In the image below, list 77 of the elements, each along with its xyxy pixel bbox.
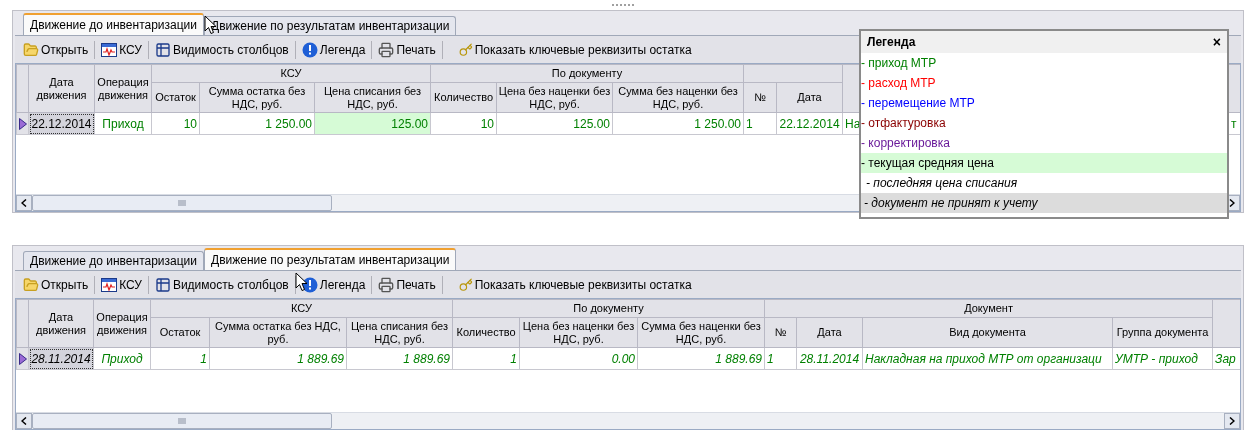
table-cell: 1 — [150, 347, 210, 370]
toolbar-button[interactable]: Видимость столбцов — [152, 40, 291, 59]
toolbar-button[interactable]: Печать — [376, 40, 438, 59]
toolbar-button[interactable]: Показать ключевые реквизиты остатка — [456, 275, 694, 294]
legend-item: - приход МТР — [861, 55, 938, 72]
table-cell: 1 — [764, 347, 797, 370]
table-cell: 22.12.2014 — [776, 112, 843, 135]
column-header[interactable]: Цена без наценки без НДС, руб. — [521, 319, 636, 346]
chart-icon — [101, 277, 118, 292]
key-icon — [458, 42, 473, 57]
scrollbar-thumb[interactable] — [32, 195, 332, 211]
column-group-header: По документу — [573, 302, 644, 315]
table-cell: 10 — [151, 112, 200, 135]
column-header[interactable]: Сумма без наценки без НДС, руб. — [614, 84, 743, 111]
scroll-left-button[interactable] — [16, 413, 32, 429]
legend-item: - расход МТР — [861, 75, 937, 92]
toolbar-button[interactable]: Легенда — [299, 40, 368, 59]
table-cell: Накладная на приход МТР от организаци — [862, 347, 1113, 370]
tab[interactable]: Движение до инвентаризации — [23, 13, 204, 35]
column-header[interactable]: Сумма остатка без НДС, руб. — [211, 319, 345, 346]
folder-icon — [23, 276, 39, 293]
legend-item: - корректировка — [861, 135, 951, 152]
legend-item: - перемещение МТР — [861, 95, 976, 112]
table-icon — [154, 276, 171, 293]
toolbar-button[interactable]: Видимость столбцов — [152, 275, 291, 294]
close-button[interactable]: × — [1212, 35, 1221, 49]
tab[interactable]: Движение по результатам инвентаризации — [204, 16, 457, 35]
printer-icon — [378, 41, 395, 58]
column-header[interactable]: Цена списания без НДС, руб. — [348, 319, 451, 346]
table-cell: 10 — [430, 112, 497, 135]
column-header[interactable]: Цена списания без НДС, руб. — [316, 84, 429, 111]
table-cell: 1 250.00 — [199, 112, 315, 135]
table-cell: 1 — [743, 112, 777, 135]
legend-item: - текущая средняя цена — [861, 153, 1227, 173]
table-cell: 0.00 — [519, 347, 638, 370]
table-cell: 1 889.69 — [346, 347, 453, 370]
column-header[interactable]: Сумма остатка без НДС, руб. — [201, 84, 313, 111]
table-cell: 125.00 — [496, 112, 613, 135]
toolbar-button[interactable]: КСУ — [99, 40, 144, 59]
legend-item: - отфактуровка — [861, 115, 947, 132]
column-header[interactable]: Цена без наценки без НДС, руб. — [498, 84, 611, 111]
table-cell: 1 889.69 — [209, 347, 347, 370]
scroll-right-button[interactable] — [1224, 413, 1240, 429]
legend-item: - документ не принят к учету — [861, 193, 1227, 213]
table-cell: УМТР - приход — [1112, 347, 1213, 370]
table-cell: 1 889.69 — [637, 347, 765, 370]
toolbar-button[interactable]: Открыть — [21, 40, 91, 59]
column-group-header: По документу — [551, 67, 623, 80]
tab[interactable]: Движение до инвентаризации — [23, 251, 204, 270]
table-cell: 28.11.2014 — [796, 347, 863, 370]
column-group-header: КСУ — [291, 302, 312, 315]
scrollbar-thumb[interactable] — [32, 413, 332, 429]
printer-icon — [378, 276, 395, 293]
toolbar-button[interactable]: Показать ключевые реквизиты остатка — [456, 40, 694, 59]
grip-icon — [178, 200, 186, 206]
scroll-left-button[interactable] — [16, 195, 32, 211]
folder-icon — [23, 41, 39, 58]
tab[interactable]: Движение по результатам инвентаризации — [204, 248, 457, 270]
mouse-cursor-icon — [295, 272, 308, 292]
column-header[interactable]: Сумма без наценки без НДС, руб. — [639, 319, 764, 346]
table-cell: Приход — [94, 112, 152, 135]
info-icon — [301, 41, 318, 58]
column-group-header: Документ — [964, 302, 1013, 315]
table-icon — [154, 41, 171, 58]
table-cell: 1 — [452, 347, 520, 370]
toolbar-button[interactable]: Открыть — [21, 275, 91, 294]
toolbar-button[interactable]: Печать — [376, 275, 438, 294]
table-cell: Приход — [93, 347, 151, 370]
splitter-grip-icon — [612, 4, 636, 7]
chart-icon — [101, 42, 118, 57]
legend-title: Легенда — [867, 34, 916, 51]
key-icon — [458, 277, 473, 292]
grip-icon — [178, 418, 186, 424]
toolbar-button[interactable]: КСУ — [99, 275, 144, 294]
legend-item: - последняя цена списания — [865, 175, 1019, 192]
table-cell: 1 250.00 — [612, 112, 744, 135]
column-group-header: КСУ — [280, 67, 302, 80]
